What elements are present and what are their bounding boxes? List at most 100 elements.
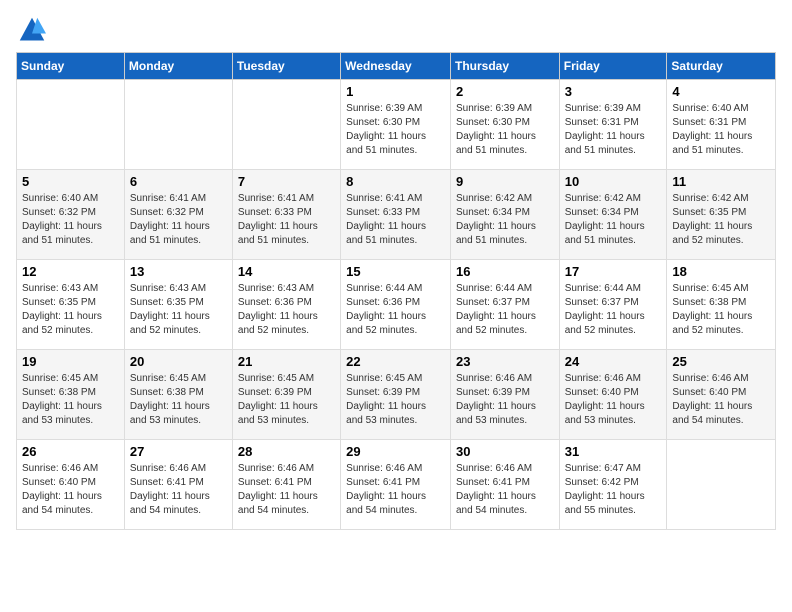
calendar-week-row: 1 Sunrise: 6:39 AM Sunset: 6:30 PM Daylig… [17,80,776,170]
day-info: Sunrise: 6:45 AM Sunset: 6:38 PM Dayligh… [22,372,119,428]
calendar-cell: 7 Sunrise: 6:41 AM Sunset: 6:33 PM Daylig… [232,170,340,260]
day-info: Sunrise: 6:43 AM Sunset: 6:36 PM Dayligh… [238,282,335,338]
calendar-cell: 9 Sunrise: 6:42 AM Sunset: 6:34 PM Daylig… [450,170,559,260]
calendar-cell: 6 Sunrise: 6:41 AM Sunset: 6:32 PM Daylig… [124,170,232,260]
day-of-week-header: Sunday [17,53,125,80]
day-number: 25 [672,354,770,369]
day-number: 15 [346,264,445,279]
day-number: 21 [238,354,335,369]
day-number: 1 [346,84,445,99]
calendar-cell: 5 Sunrise: 6:40 AM Sunset: 6:32 PM Daylig… [17,170,125,260]
day-number: 23 [456,354,554,369]
calendar-cell: 24Sunrise: 6:46 AM Sunset: 6:40 PM Dayli… [559,350,667,440]
calendar-table: SundayMondayTuesdayWednesdayThursdayFrid… [16,52,776,530]
day-number: 16 [456,264,554,279]
day-number: 13 [130,264,227,279]
calendar-cell [667,440,776,530]
calendar-cell [17,80,125,170]
day-number: 4 [672,84,770,99]
calendar-cell: 1 Sunrise: 6:39 AM Sunset: 6:30 PM Daylig… [341,80,451,170]
day-number: 3 [565,84,662,99]
day-number: 30 [456,444,554,459]
day-info: Sunrise: 6:46 AM Sunset: 6:40 PM Dayligh… [565,372,662,428]
calendar-cell: 14 Sunrise: 6:43 AM Sunset: 6:36 PM Dayli… [232,260,340,350]
day-info: Sunrise: 6:40 AM Sunset: 6:32 PM Dayligh… [22,192,119,248]
day-info: Sunrise: 6:46 AM Sunset: 6:40 PM Dayligh… [672,372,770,428]
day-info: Sunrise: 6:41 AM Sunset: 6:33 PM Dayligh… [238,192,335,248]
day-info: Sunrise: 6:44 AM Sunset: 6:37 PM Dayligh… [565,282,662,338]
day-of-week-header: Friday [559,53,667,80]
day-info: Sunrise: 6:39 AM Sunset: 6:30 PM Dayligh… [456,102,554,158]
calendar-week-row: 12 Sunrise: 6:43 AM Sunset: 6:35 PM Dayli… [17,260,776,350]
calendar-cell: 3 Sunrise: 6:39 AM Sunset: 6:31 PM Daylig… [559,80,667,170]
day-info: Sunrise: 6:46 AM Sunset: 6:41 PM Dayligh… [238,462,335,518]
day-number: 31 [565,444,662,459]
page-header [16,16,776,40]
calendar-week-row: 26Sunrise: 6:46 AM Sunset: 6:40 PM Dayli… [17,440,776,530]
calendar-cell: 22 Sunrise: 6:45 AM Sunset: 6:39 PM Dayli… [341,350,451,440]
day-number: 22 [346,354,445,369]
day-info: Sunrise: 6:46 AM Sunset: 6:40 PM Dayligh… [22,462,119,518]
calendar-cell [124,80,232,170]
day-of-week-header: Tuesday [232,53,340,80]
day-number: 19 [22,354,119,369]
day-info: Sunrise: 6:45 AM Sunset: 6:39 PM Dayligh… [238,372,335,428]
day-info: Sunrise: 6:46 AM Sunset: 6:41 PM Dayligh… [456,462,554,518]
calendar-cell: 8 Sunrise: 6:41 AM Sunset: 6:33 PM Daylig… [341,170,451,260]
calendar-cell: 25 Sunrise: 6:46 AM Sunset: 6:40 PM Dayli… [667,350,776,440]
day-number: 7 [238,174,335,189]
day-number: 6 [130,174,227,189]
calendar-cell: 10Sunrise: 6:42 AM Sunset: 6:34 PM Dayli… [559,170,667,260]
calendar-cell: 4 Sunrise: 6:40 AM Sunset: 6:31 PM Daylig… [667,80,776,170]
calendar-cell: 20 Sunrise: 6:45 AM Sunset: 6:38 PM Dayli… [124,350,232,440]
calendar-cell: 30 Sunrise: 6:46 AM Sunset: 6:41 PM Dayli… [450,440,559,530]
day-info: Sunrise: 6:45 AM Sunset: 6:39 PM Dayligh… [346,372,445,428]
day-info: Sunrise: 6:43 AM Sunset: 6:35 PM Dayligh… [22,282,119,338]
logo [16,16,46,40]
day-number: 11 [672,174,770,189]
day-of-week-header: Wednesday [341,53,451,80]
day-info: Sunrise: 6:39 AM Sunset: 6:30 PM Dayligh… [346,102,445,158]
day-info: Sunrise: 6:44 AM Sunset: 6:36 PM Dayligh… [346,282,445,338]
day-number: 12 [22,264,119,279]
calendar-cell: 12 Sunrise: 6:43 AM Sunset: 6:35 PM Dayli… [17,260,125,350]
day-info: Sunrise: 6:45 AM Sunset: 6:38 PM Dayligh… [130,372,227,428]
day-info: Sunrise: 6:42 AM Sunset: 6:35 PM Dayligh… [672,192,770,248]
day-of-week-header: Thursday [450,53,559,80]
calendar-cell: 28 Sunrise: 6:46 AM Sunset: 6:41 PM Dayli… [232,440,340,530]
day-number: 2 [456,84,554,99]
day-info: Sunrise: 6:45 AM Sunset: 6:38 PM Dayligh… [672,282,770,338]
day-info: Sunrise: 6:44 AM Sunset: 6:37 PM Dayligh… [456,282,554,338]
day-number: 18 [672,264,770,279]
day-of-week-header: Saturday [667,53,776,80]
day-of-week-header: Monday [124,53,232,80]
day-number: 20 [130,354,227,369]
day-number: 5 [22,174,119,189]
calendar-cell: 17 Sunrise: 6:44 AM Sunset: 6:37 PM Dayli… [559,260,667,350]
day-number: 27 [130,444,227,459]
day-info: Sunrise: 6:46 AM Sunset: 6:39 PM Dayligh… [456,372,554,428]
day-number: 29 [346,444,445,459]
day-number: 9 [456,174,554,189]
day-info: Sunrise: 6:46 AM Sunset: 6:41 PM Dayligh… [346,462,445,518]
calendar-cell: 23 Sunrise: 6:46 AM Sunset: 6:39 PM Dayli… [450,350,559,440]
day-info: Sunrise: 6:42 AM Sunset: 6:34 PM Dayligh… [456,192,554,248]
day-number: 10 [565,174,662,189]
day-number: 14 [238,264,335,279]
day-info: Sunrise: 6:40 AM Sunset: 6:31 PM Dayligh… [672,102,770,158]
day-info: Sunrise: 6:41 AM Sunset: 6:32 PM Dayligh… [130,192,227,248]
logo-icon [18,16,46,44]
calendar-cell: 27 Sunrise: 6:46 AM Sunset: 6:41 PM Dayli… [124,440,232,530]
day-info: Sunrise: 6:39 AM Sunset: 6:31 PM Dayligh… [565,102,662,158]
header-row: SundayMondayTuesdayWednesdayThursdayFrid… [17,53,776,80]
day-info: Sunrise: 6:46 AM Sunset: 6:41 PM Dayligh… [130,462,227,518]
day-info: Sunrise: 6:47 AM Sunset: 6:42 PM Dayligh… [565,462,662,518]
calendar-cell: 2 Sunrise: 6:39 AM Sunset: 6:30 PM Daylig… [450,80,559,170]
day-number: 28 [238,444,335,459]
calendar-cell: 26Sunrise: 6:46 AM Sunset: 6:40 PM Dayli… [17,440,125,530]
day-info: Sunrise: 6:41 AM Sunset: 6:33 PM Dayligh… [346,192,445,248]
day-number: 8 [346,174,445,189]
calendar-cell: 19 Sunrise: 6:45 AM Sunset: 6:38 PM Dayli… [17,350,125,440]
calendar-cell: 31 Sunrise: 6:47 AM Sunset: 6:42 PM Dayli… [559,440,667,530]
day-number: 17 [565,264,662,279]
